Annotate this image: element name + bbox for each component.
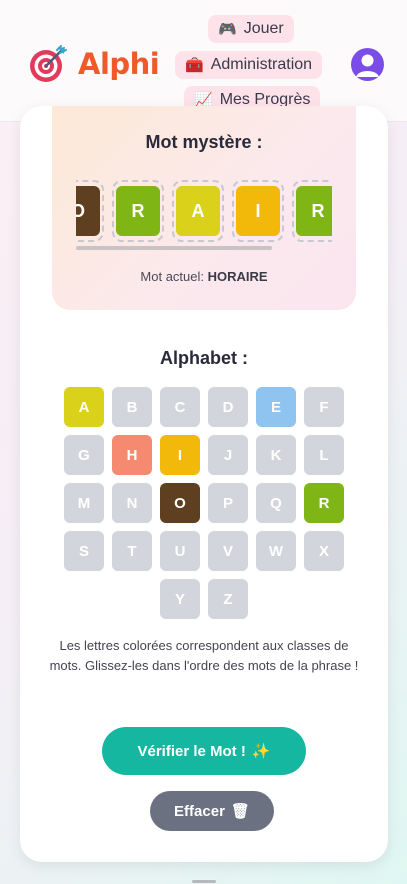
alphabet-key[interactable]: S bbox=[64, 531, 104, 571]
alphabet-key[interactable]: C bbox=[160, 387, 200, 427]
alphabet-key[interactable]: Y bbox=[160, 579, 200, 619]
alphabet-key[interactable]: E bbox=[256, 387, 296, 427]
nav-administration-label: Administration bbox=[210, 56, 313, 73]
logo[interactable]: Alphi bbox=[28, 44, 160, 84]
alphabet-key[interactable]: Q bbox=[256, 483, 296, 523]
mystery-tile-slot[interactable]: A bbox=[172, 180, 224, 242]
sparkles-icon: ✨ bbox=[251, 743, 271, 760]
clear-label: Effacer bbox=[174, 802, 225, 820]
alphabet-key[interactable]: I bbox=[160, 435, 200, 475]
alphabet-key[interactable]: A bbox=[64, 387, 104, 427]
game-card: Mot mystère : ORAIR Mot actuel: HORAIRE … bbox=[20, 106, 388, 862]
toolbox-icon: 🧰 bbox=[185, 57, 204, 74]
alphabet-key[interactable]: F bbox=[304, 387, 344, 427]
alphabet-key[interactable]: W bbox=[256, 531, 296, 571]
user-avatar[interactable] bbox=[351, 48, 384, 81]
mystery-tile-slot[interactable]: R bbox=[292, 180, 332, 242]
alphabet-key[interactable]: M bbox=[64, 483, 104, 523]
tiles-scrollbar[interactable] bbox=[76, 246, 272, 250]
alphabet-key[interactable]: L bbox=[304, 435, 344, 475]
alphabet-key[interactable]: O bbox=[160, 483, 200, 523]
alphabet-key[interactable]: P bbox=[208, 483, 248, 523]
nav-jouer-label: Jouer bbox=[243, 20, 284, 37]
alphabet-key[interactable]: V bbox=[208, 531, 248, 571]
nav-administration-button[interactable]: 🧰 Administration bbox=[175, 51, 323, 79]
alphabet-key[interactable]: K bbox=[256, 435, 296, 475]
gamepad-icon: 🎮 bbox=[218, 21, 237, 38]
alphabet-key[interactable]: X bbox=[304, 531, 344, 571]
alphabet-key[interactable]: D bbox=[208, 387, 248, 427]
mystery-title: Mot mystère : bbox=[145, 132, 263, 152]
verify-word-button[interactable]: Vérifier le Mot ! ✨ bbox=[102, 727, 306, 775]
alphabet-key[interactable]: H bbox=[112, 435, 152, 475]
user-icon bbox=[356, 54, 379, 77]
target-logo-icon bbox=[30, 45, 67, 82]
mystery-tile[interactable]: A bbox=[176, 186, 220, 236]
mystery-tile-slot[interactable]: I bbox=[232, 180, 284, 242]
nav-jouer-button[interactable]: 🎮 Jouer bbox=[208, 15, 294, 43]
mystery-tile-slot[interactable]: O bbox=[76, 180, 104, 242]
alphabet-key[interactable]: G bbox=[64, 435, 104, 475]
alphabet-key[interactable]: J bbox=[208, 435, 248, 475]
current-word-line: Mot actuel: HORAIRE bbox=[52, 269, 356, 284]
mystery-tile[interactable]: I bbox=[236, 186, 280, 236]
current-word-label: Mot actuel: bbox=[140, 269, 204, 284]
alphabet-key[interactable]: N bbox=[112, 483, 152, 523]
clear-button[interactable]: Effacer 🗑 bbox=[150, 791, 274, 831]
verify-label: Vérifier le Mot ! bbox=[137, 742, 246, 760]
bottom-handle bbox=[192, 880, 216, 883]
mystery-tile[interactable]: R bbox=[116, 186, 160, 236]
alphabet-key[interactable]: T bbox=[112, 531, 152, 571]
alphabet-key[interactable]: B bbox=[112, 387, 152, 427]
mystery-tiles[interactable]: ORAIR bbox=[76, 180, 332, 244]
mystery-tile-slot[interactable]: R bbox=[112, 180, 164, 242]
alphabet-key[interactable]: U bbox=[160, 531, 200, 571]
mystery-word-panel: Mot mystère : ORAIR Mot actuel: HORAIRE bbox=[52, 106, 356, 310]
mystery-tile[interactable]: R bbox=[296, 186, 332, 236]
alphabet-key[interactable]: R bbox=[304, 483, 344, 523]
alphabet-key[interactable]: Z bbox=[208, 579, 248, 619]
mystery-tile[interactable]: O bbox=[76, 186, 100, 236]
app-header: Alphi 🎮 Jouer 🧰 Administration 📈 Mes Pro… bbox=[0, 0, 407, 122]
current-word-value: HORAIRE bbox=[207, 269, 268, 284]
alphabet-title: Alphabet : bbox=[160, 348, 248, 368]
help-text: Les lettres colorées correspondent aux c… bbox=[49, 638, 359, 673]
trash-icon: 🗑 bbox=[230, 803, 250, 820]
logo-text: Alphi bbox=[78, 47, 160, 81]
